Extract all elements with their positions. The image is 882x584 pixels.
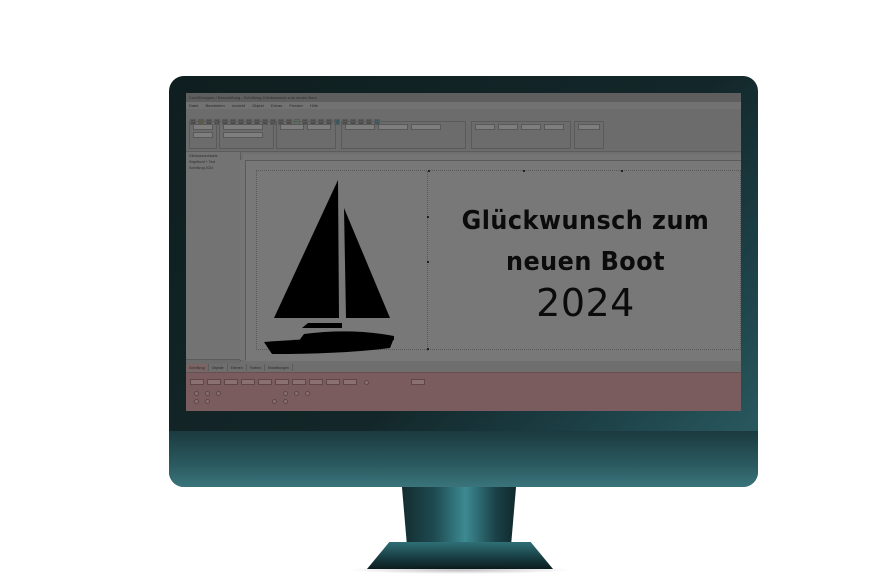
toolbar-group-font: [219, 121, 274, 149]
prop-radio[interactable]: [294, 391, 299, 396]
font-style-select[interactable]: [223, 132, 263, 138]
tab-3[interactable]: Farben: [247, 364, 265, 371]
prop-field[interactable]: [190, 379, 204, 385]
prop-field[interactable]: [292, 379, 306, 385]
prop-field[interactable]: [343, 379, 357, 385]
line-spacing-field[interactable]: [306, 124, 331, 130]
menu-item-3[interactable]: Objekt: [252, 103, 264, 108]
prop-radio[interactable]: [216, 391, 221, 396]
stand-shadow: [347, 566, 573, 574]
window-title: CorelDesigner / Beschriftung - Schriftzu…: [189, 95, 317, 100]
font-select[interactable]: [223, 124, 263, 130]
sailboat-icon[interactable]: [262, 178, 402, 358]
toolbar: [186, 109, 741, 152]
prop-radio[interactable]: [272, 399, 277, 404]
angle-field[interactable]: [578, 124, 600, 130]
object-list-item-2[interactable]: Schriftzug 2024: [189, 166, 237, 170]
toolbar-group-text: [276, 121, 336, 149]
properties-row-1: [190, 379, 428, 385]
prop-radio[interactable]: [205, 399, 210, 404]
prop-field[interactable]: [275, 379, 289, 385]
transform-x-field[interactable]: [475, 124, 495, 130]
drawing-canvas[interactable]: Glückwunsch zum neuen Boot 2024: [246, 161, 741, 361]
selection-handle[interactable]: [428, 170, 430, 172]
prop-field[interactable]: [309, 379, 323, 385]
prop-radio[interactable]: [194, 391, 199, 396]
prop-field[interactable]: [326, 379, 340, 385]
menu-item-5[interactable]: Fenster: [289, 103, 303, 108]
text-frame[interactable]: Glückwunsch zum neuen Boot 2024: [427, 170, 741, 351]
prop-field[interactable]: [241, 379, 255, 385]
text-size-field[interactable]: [280, 124, 304, 130]
prop-radio[interactable]: [205, 391, 210, 396]
object-list-panel: Glückwunschkarte Segelboot + Text Schrif…: [186, 152, 241, 362]
properties-row-2: [190, 391, 312, 397]
prop-radio[interactable]: [283, 391, 288, 396]
menubar: Datei Bearbeiten Ansicht Objekt Extras F…: [186, 102, 741, 109]
window-titlebar: CorelDesigner / Beschriftung - Schriftzu…: [186, 93, 741, 102]
selection-handle[interactable]: [621, 170, 623, 172]
properties-row-3: [190, 399, 290, 405]
tab-0[interactable]: Schriftzug: [186, 364, 209, 371]
headline-text-line-1[interactable]: Glückwunsch zum: [441, 206, 731, 236]
properties-tabs: Schriftzug Objekte Ebenen Farben Einstellung…: [186, 364, 741, 372]
selection-handle[interactable]: [427, 348, 429, 350]
toolbar-group-angle: [574, 121, 604, 149]
prop-radio[interactable]: [194, 399, 199, 404]
selection-handle[interactable]: [427, 216, 429, 218]
monitor-stand-neck: [401, 487, 517, 545]
prop-radio[interactable]: [305, 391, 310, 396]
tab-1[interactable]: Objekte: [209, 364, 228, 371]
menu-item-4[interactable]: Extras: [271, 103, 282, 108]
transform-h-field[interactable]: [543, 124, 564, 130]
position-field[interactable]: [193, 124, 213, 130]
prop-radio[interactable]: [283, 399, 288, 404]
size-field[interactable]: [193, 132, 213, 138]
headline-text-line-2[interactable]: neuen Boot: [441, 247, 731, 277]
toolbar-icon-row: [190, 112, 382, 125]
prop-field[interactable]: [258, 379, 272, 385]
alignment-option-1[interactable]: [345, 124, 375, 130]
prop-radio[interactable]: [364, 379, 369, 385]
object-list-item-1[interactable]: Segelboot + Text: [189, 160, 237, 164]
design-bounding-box[interactable]: Glückwunsch zum neuen Boot 2024: [256, 170, 741, 354]
properties-panel: [186, 372, 741, 411]
selection-handle[interactable]: [427, 261, 429, 263]
monitor-chin: [169, 431, 758, 487]
prop-field[interactable]: [224, 379, 238, 385]
menu-item-0[interactable]: Datei: [189, 103, 198, 108]
prop-field[interactable]: [207, 379, 221, 385]
object-list-item-0[interactable]: Glückwunschkarte: [189, 154, 237, 158]
transform-y-field[interactable]: [497, 124, 518, 130]
toolbar-group-transform: [471, 121, 571, 149]
prop-field[interactable]: [411, 379, 425, 385]
tab-4[interactable]: Einstellungen: [265, 364, 293, 371]
alignment-option-2[interactable]: [377, 124, 408, 130]
menu-item-1[interactable]: Bearbeiten: [205, 103, 224, 108]
year-text[interactable]: 2024: [428, 281, 741, 325]
selection-handle[interactable]: [523, 170, 525, 172]
monitor-stand-base: [367, 542, 553, 569]
transform-w-field[interactable]: [520, 124, 541, 130]
menu-item-6[interactable]: Hilfe: [310, 103, 318, 108]
menu-item-2[interactable]: Ansicht: [232, 103, 245, 108]
alignment-option-3[interactable]: [410, 124, 441, 130]
toolbar-group-alignment: [341, 121, 466, 149]
monitor-screen: CorelDesigner / Beschriftung - Schriftzu…: [186, 93, 741, 411]
toolbar-group-position: [189, 121, 217, 149]
tab-2[interactable]: Ebenen: [228, 364, 247, 371]
horizontal-ruler: [243, 154, 741, 161]
